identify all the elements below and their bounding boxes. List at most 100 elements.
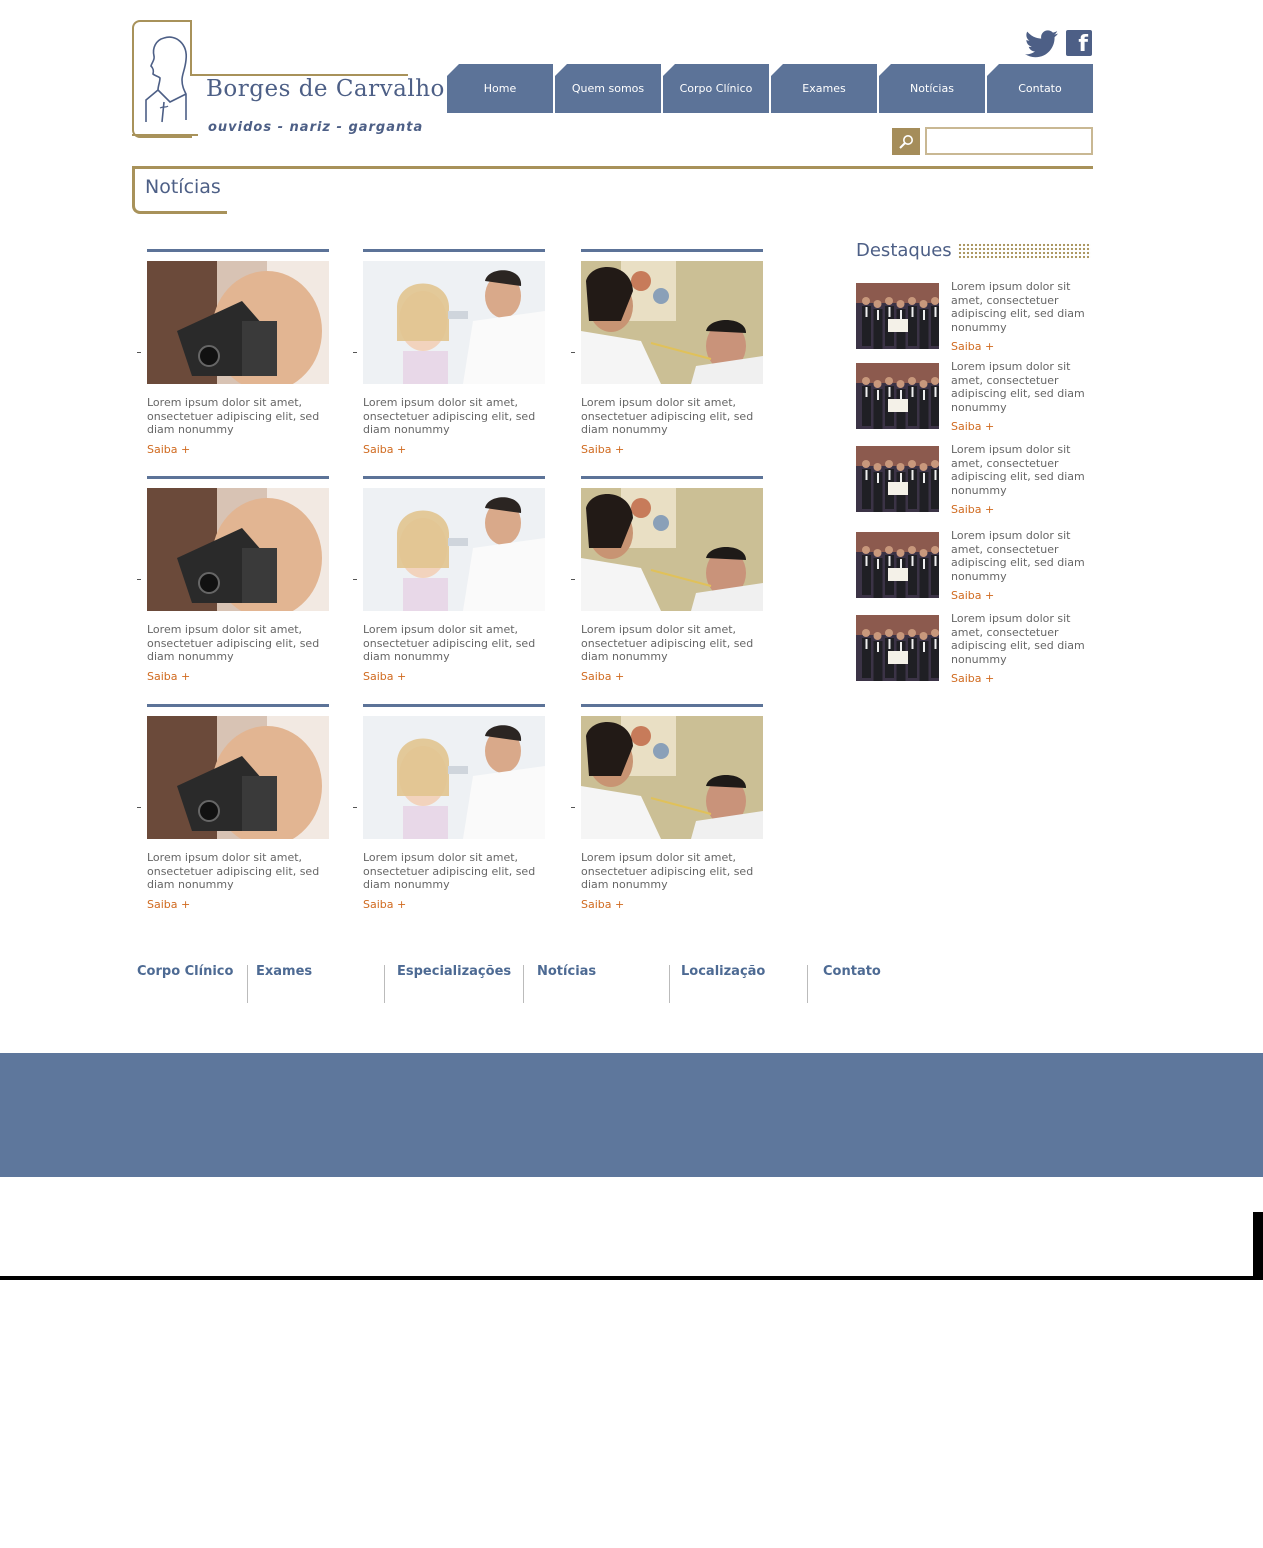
news-card-bar — [147, 249, 329, 252]
profile-head-icon — [145, 36, 187, 123]
facebook-icon[interactable]: f — [1066, 30, 1092, 57]
news-card: Lorem ipsum dolor sit amet, onsectetuer … — [363, 704, 546, 911]
news-image-otoscope[interactable] — [147, 488, 329, 611]
search-input[interactable] — [925, 127, 1093, 155]
footer-link-contato[interactable]: Contato — [823, 964, 881, 979]
saiba-mais-link[interactable]: Saiba + — [147, 443, 330, 456]
saiba-mais-link[interactable]: Saiba + — [581, 898, 764, 911]
nav-noticias[interactable]: Notícias — [879, 64, 985, 113]
saiba-mais-link[interactable]: Saiba + — [951, 340, 994, 353]
news-card: Lorem ipsum dolor sit amet, onsectetuer … — [147, 704, 330, 911]
news-card-bullet — [571, 352, 575, 353]
footer-band — [0, 1053, 1263, 1177]
news-image-otoscope[interactable] — [147, 716, 329, 839]
nav-corpo-clinico[interactable]: Corpo Clínico — [663, 64, 769, 113]
news-card-bar — [581, 476, 763, 479]
footer-link-noticias[interactable]: Notícias — [537, 964, 596, 979]
saiba-mais-link[interactable]: Saiba + — [147, 670, 330, 683]
twitter-icon[interactable] — [1025, 30, 1058, 58]
news-image-throat-exam[interactable] — [581, 716, 763, 839]
saiba-mais-link[interactable]: Saiba + — [951, 672, 994, 685]
news-card-bar — [581, 704, 763, 707]
saiba-mais-link[interactable]: Saiba + — [951, 420, 994, 433]
footer-link-localizacao[interactable]: Localização — [681, 964, 765, 979]
news-summary: Lorem ipsum dolor sit amet, onsectetuer … — [581, 396, 754, 436]
news-image-throat-exam[interactable] — [581, 261, 763, 384]
footer-separator — [807, 965, 808, 1003]
saiba-mais-link[interactable]: Saiba + — [951, 589, 994, 602]
footer-link-especializacoes[interactable]: Especializações — [397, 964, 511, 979]
saiba-mais-link[interactable]: Saiba + — [951, 503, 994, 516]
page-bottom-line — [0, 1276, 1263, 1280]
news-card-bullet — [353, 352, 357, 353]
news-card-bar — [363, 704, 545, 707]
news-summary: Lorem ipsum dolor sit amet, onsectetuer … — [363, 623, 536, 663]
destaque-thumbnail[interactable] — [856, 615, 939, 681]
news-summary: Lorem ipsum dolor sit amet, onsectetuer … — [363, 396, 536, 436]
saiba-mais-link[interactable]: Saiba + — [581, 670, 764, 683]
news-card-bullet — [571, 807, 575, 808]
search-button[interactable] — [892, 128, 920, 155]
news-image-ear-exam[interactable] — [363, 488, 545, 611]
saiba-mais-link[interactable]: Saiba + — [363, 898, 546, 911]
news-card: Lorem ipsum dolor sit amet, onsectetuer … — [147, 476, 330, 683]
saiba-mais-link[interactable]: Saiba + — [147, 898, 330, 911]
news-summary: Lorem ipsum dolor sit amet, onsectetuer … — [363, 851, 536, 891]
news-card-bar — [363, 476, 545, 479]
saiba-mais-link[interactable]: Saiba + — [581, 443, 764, 456]
saiba-mais-link[interactable]: Saiba + — [363, 443, 546, 456]
title-band-line — [132, 166, 1093, 169]
footer-link-exames[interactable]: Exames — [256, 964, 312, 979]
news-card-bullet — [353, 807, 357, 808]
brand-name: Borges de Carvalho — [206, 76, 445, 102]
destaque-thumbnail[interactable] — [856, 446, 939, 512]
logo-frame-bottom — [132, 134, 198, 136]
destaque-item: Lorem ipsum dolor sit amet, consectetuer… — [856, 360, 1096, 433]
footer-separator — [669, 965, 670, 1003]
news-image-throat-exam[interactable] — [581, 488, 763, 611]
news-card: Lorem ipsum dolor sit amet, onsectetuer … — [147, 249, 330, 456]
destaques-dots-decoration — [958, 243, 1091, 259]
destaque-summary: Lorem ipsum dolor sit amet, consectetuer… — [951, 360, 1085, 414]
news-image-ear-exam[interactable] — [363, 716, 545, 839]
destaque-item: Lorem ipsum dolor sit amet, consectetuer… — [856, 280, 1096, 353]
news-card-bullet — [137, 579, 141, 580]
destaque-thumbnail[interactable] — [856, 363, 939, 429]
destaque-summary: Lorem ipsum dolor sit amet, consectetuer… — [951, 443, 1085, 497]
destaque-thumbnail[interactable] — [856, 283, 939, 349]
page-title: Notícias — [145, 176, 221, 198]
destaque-item: Lorem ipsum dolor sit amet, consectetuer… — [856, 529, 1096, 602]
news-image-ear-exam[interactable] — [363, 261, 545, 384]
destaque-summary: Lorem ipsum dolor sit amet, consectetuer… — [951, 280, 1085, 334]
destaques-title: Destaques — [856, 240, 952, 261]
destaque-item: Lorem ipsum dolor sit amet, consectetuer… — [856, 443, 1096, 516]
news-card-bullet — [571, 579, 575, 580]
destaque-item: Lorem ipsum dolor sit amet, consectetuer… — [856, 612, 1096, 685]
brand-tagline: ouvidos - nariz - garganta — [208, 120, 424, 135]
news-summary: Lorem ipsum dolor sit amet, onsectetuer … — [581, 623, 754, 663]
nav-exames[interactable]: Exames — [771, 64, 877, 113]
news-card-bar — [147, 476, 329, 479]
search-icon — [899, 134, 913, 149]
news-card-bullet — [137, 807, 141, 808]
nav-home[interactable]: Home — [447, 64, 553, 113]
saiba-mais-link[interactable]: Saiba + — [363, 670, 546, 683]
news-card-bullet — [137, 352, 141, 353]
main-nav: Home Quem somos Corpo Clínico Exames Not… — [447, 64, 1093, 113]
news-summary: Lorem ipsum dolor sit amet, onsectetuer … — [147, 851, 320, 891]
news-card-bullet — [353, 579, 357, 580]
news-image-otoscope[interactable] — [147, 261, 329, 384]
site-logo[interactable]: Borges de Carvalho ouvidos - nariz - gar… — [132, 20, 444, 138]
nav-quem-somos[interactable]: Quem somos — [555, 64, 661, 113]
destaque-summary: Lorem ipsum dolor sit amet, consectetuer… — [951, 612, 1085, 666]
news-summary: Lorem ipsum dolor sit amet, onsectetuer … — [147, 396, 320, 436]
footer-link-corpo-clinico[interactable]: Corpo Clínico — [137, 964, 233, 979]
news-card-bar — [147, 704, 329, 707]
destaque-summary: Lorem ipsum dolor sit amet, consectetuer… — [951, 529, 1085, 583]
news-summary: Lorem ipsum dolor sit amet, onsectetuer … — [147, 623, 320, 663]
news-summary: Lorem ipsum dolor sit amet, onsectetuer … — [581, 851, 754, 891]
page-edge-bar — [1253, 1212, 1263, 1280]
footer-separator — [384, 965, 385, 1003]
nav-contato[interactable]: Contato — [987, 64, 1093, 113]
destaque-thumbnail[interactable] — [856, 532, 939, 598]
